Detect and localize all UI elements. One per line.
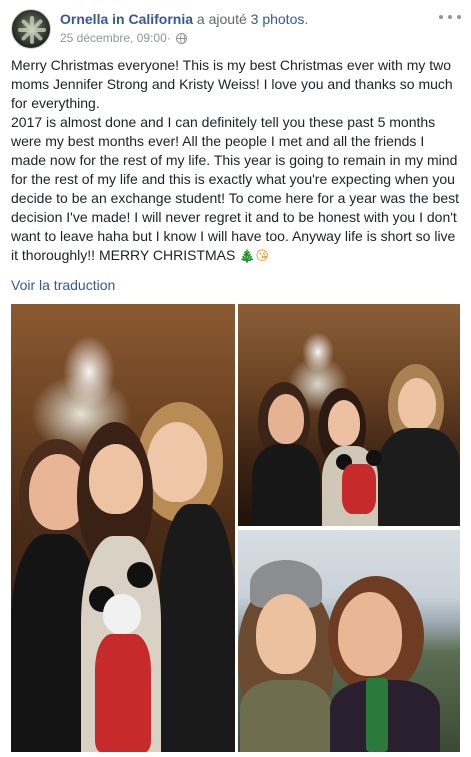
mickey-body [95,634,151,752]
photo-3-green-scarf [366,678,388,752]
photo-2-mickey-body [342,464,376,514]
globe-icon[interactable] [175,32,187,44]
meta-separator: · [166,31,171,45]
photo-1-person-right-body [159,504,235,752]
post-meta: 25 décembre, 09:00 · [60,31,187,45]
author-name-link[interactable]: Ornella in California [60,11,193,27]
photo-1-person-right-face [147,422,207,502]
mickey-face [103,594,141,634]
post-timestamp[interactable]: 25 décembre, 09:00 [60,31,167,45]
post-text: Merry Christmas everyone! This is my bes… [11,56,461,266]
photos-count-link[interactable]: 3 photos [251,11,305,27]
photo-1[interactable] [11,304,235,752]
photo-2-person-right-face [398,378,436,430]
author-avatar[interactable] [11,9,51,49]
photo-2-person-right-body [378,428,460,526]
photo-2-person-left-face [268,394,304,444]
header-period: . [304,11,309,27]
photo-3-person-left-face [256,594,316,674]
post-paragraph-2-text: 2017 is almost done and I can definitely… [11,114,460,263]
photo-2-person-left-body [252,444,320,526]
more-options-icon[interactable] [439,10,461,24]
post-paragraph-1: Merry Christmas everyone! This is my bes… [11,57,453,111]
photo-3[interactable] [238,530,460,752]
facebook-post: Ornella in California a ajouté 3 photos.… [0,0,471,757]
post-action-text: a ajouté [193,11,251,27]
post-header: Ornella in California a ajouté 3 photos. [60,11,308,27]
photo-1-person-middle-face [89,444,143,514]
christmas-tree-icon: 🎄 [239,249,256,264]
mickey-ear-right [127,562,153,588]
post-paragraph-2: 2017 is almost done and I can definitely… [11,113,461,266]
see-translation-link[interactable]: Voir la traduction [11,277,115,293]
photo-2[interactable] [238,304,460,526]
photo-2-person-middle-face [328,400,360,446]
photo-3-person-right-face [338,592,402,676]
kiss-face-icon: 😘 [255,249,269,264]
photo-3-person-left-body [240,680,332,752]
